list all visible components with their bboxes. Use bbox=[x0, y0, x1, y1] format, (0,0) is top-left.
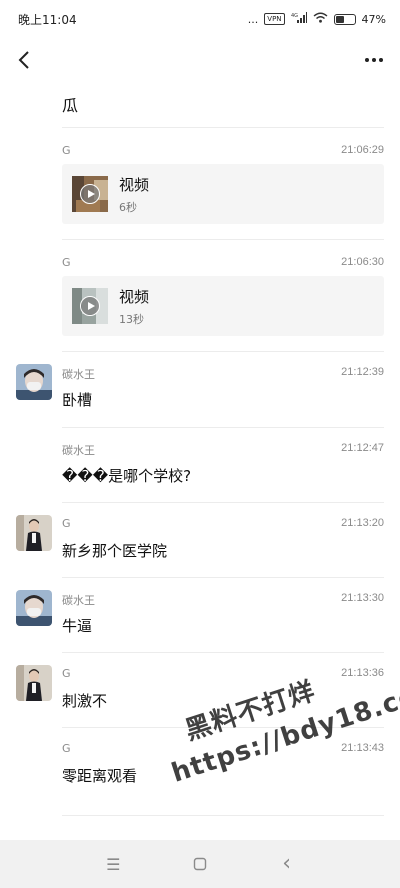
message-time: 21:12:47 bbox=[341, 442, 384, 454]
sender-name: 碳水王 bbox=[62, 444, 95, 457]
vpn-icon: VPN bbox=[264, 13, 285, 25]
sender-name: G bbox=[62, 144, 71, 157]
sender-name: 碳水王 bbox=[62, 368, 95, 381]
sender-name: 碳水王 bbox=[62, 594, 95, 607]
back-triangle-icon[interactable]: ‹ bbox=[272, 849, 302, 879]
avatar[interactable] bbox=[16, 515, 52, 551]
video-thumbnail bbox=[72, 176, 108, 212]
sender-name: G bbox=[62, 667, 71, 680]
avatar[interactable] bbox=[16, 665, 52, 701]
menu-icon[interactable]: ☰ bbox=[98, 849, 128, 879]
video-title: 视频 bbox=[119, 288, 150, 306]
message-time: 21:12:39 bbox=[341, 366, 384, 378]
wifi-icon bbox=[313, 12, 328, 26]
battery-icon bbox=[333, 13, 356, 25]
sender-name: G bbox=[62, 517, 71, 530]
play-icon bbox=[80, 296, 100, 316]
network-type-label: 4G bbox=[291, 13, 298, 19]
chevron-left-icon[interactable] bbox=[12, 48, 36, 72]
video-title: 视频 bbox=[119, 176, 150, 194]
battery-percent: 47% bbox=[361, 12, 386, 26]
notification-dots: ... bbox=[247, 12, 259, 26]
message-time: 21:13:43 bbox=[341, 742, 384, 754]
message-text: ���是哪个学校? bbox=[62, 467, 192, 485]
message-time: 21:06:30 bbox=[341, 256, 384, 268]
message-text: 牛逼 bbox=[62, 617, 93, 635]
message-item: G 21:13:43 零距离观看 bbox=[0, 728, 400, 816]
menu-glyph: ☰ bbox=[106, 854, 121, 874]
avatar[interactable] bbox=[16, 364, 52, 400]
message-time: 21:13:20 bbox=[341, 517, 384, 529]
divider bbox=[62, 815, 384, 816]
message-text: 零距离观看 bbox=[62, 767, 138, 785]
more-horizontal-icon[interactable] bbox=[362, 48, 386, 72]
message-text: 卧槽 bbox=[62, 391, 93, 409]
status-bar: 晚上11:04 ... VPN 4G 47% bbox=[0, 0, 400, 38]
video-message[interactable]: 视频 6秒 bbox=[62, 164, 384, 224]
message-item: 碳水王 21:12:39 卧槽 bbox=[0, 352, 400, 428]
sender-name: G bbox=[62, 256, 71, 269]
signal-icon: 4G bbox=[291, 12, 307, 26]
message-item: 瓜 bbox=[0, 82, 400, 128]
message-item: 碳水王 21:13:30 牛逼 bbox=[0, 578, 400, 653]
message-item: 碳水王 21:12:47 ���是哪个学校? bbox=[0, 428, 400, 503]
message-feed[interactable]: 瓜 G 21:06:29 视频 6秒 G 21:06:30 视频 13秒 碳水王… bbox=[0, 82, 400, 840]
message-text: 新乡那个医学院 bbox=[62, 542, 168, 560]
video-thumbnail bbox=[72, 288, 108, 324]
message-time: 21:13:30 bbox=[341, 592, 384, 604]
status-icons: ... VPN 4G 47% bbox=[248, 12, 386, 26]
play-icon bbox=[80, 184, 100, 204]
video-duration: 13秒 bbox=[119, 313, 144, 326]
system-nav-bar: ☰ ‹ bbox=[0, 840, 400, 888]
back-glyph: ‹ bbox=[282, 851, 292, 876]
sender-name: G bbox=[62, 742, 71, 755]
top-nav bbox=[0, 38, 400, 82]
home-square-icon[interactable] bbox=[185, 849, 215, 879]
message-item: G 21:13:20 新乡那个医学院 bbox=[0, 503, 400, 578]
message-item: G 21:06:29 视频 6秒 bbox=[0, 128, 400, 240]
video-message[interactable]: 视频 13秒 bbox=[62, 276, 384, 336]
video-duration: 6秒 bbox=[119, 201, 137, 214]
message-time: 21:06:29 bbox=[341, 144, 384, 156]
message-text: 刺激不 bbox=[62, 692, 108, 710]
message-time: 21:13:36 bbox=[341, 667, 384, 679]
message-item: G 21:06:30 视频 13秒 bbox=[0, 240, 400, 352]
message-item: G 21:13:36 刺激不 bbox=[0, 653, 400, 728]
message-text: 瓜 bbox=[62, 96, 79, 115]
status-time: 晚上11:04 bbox=[18, 12, 77, 27]
avatar[interactable] bbox=[16, 590, 52, 626]
